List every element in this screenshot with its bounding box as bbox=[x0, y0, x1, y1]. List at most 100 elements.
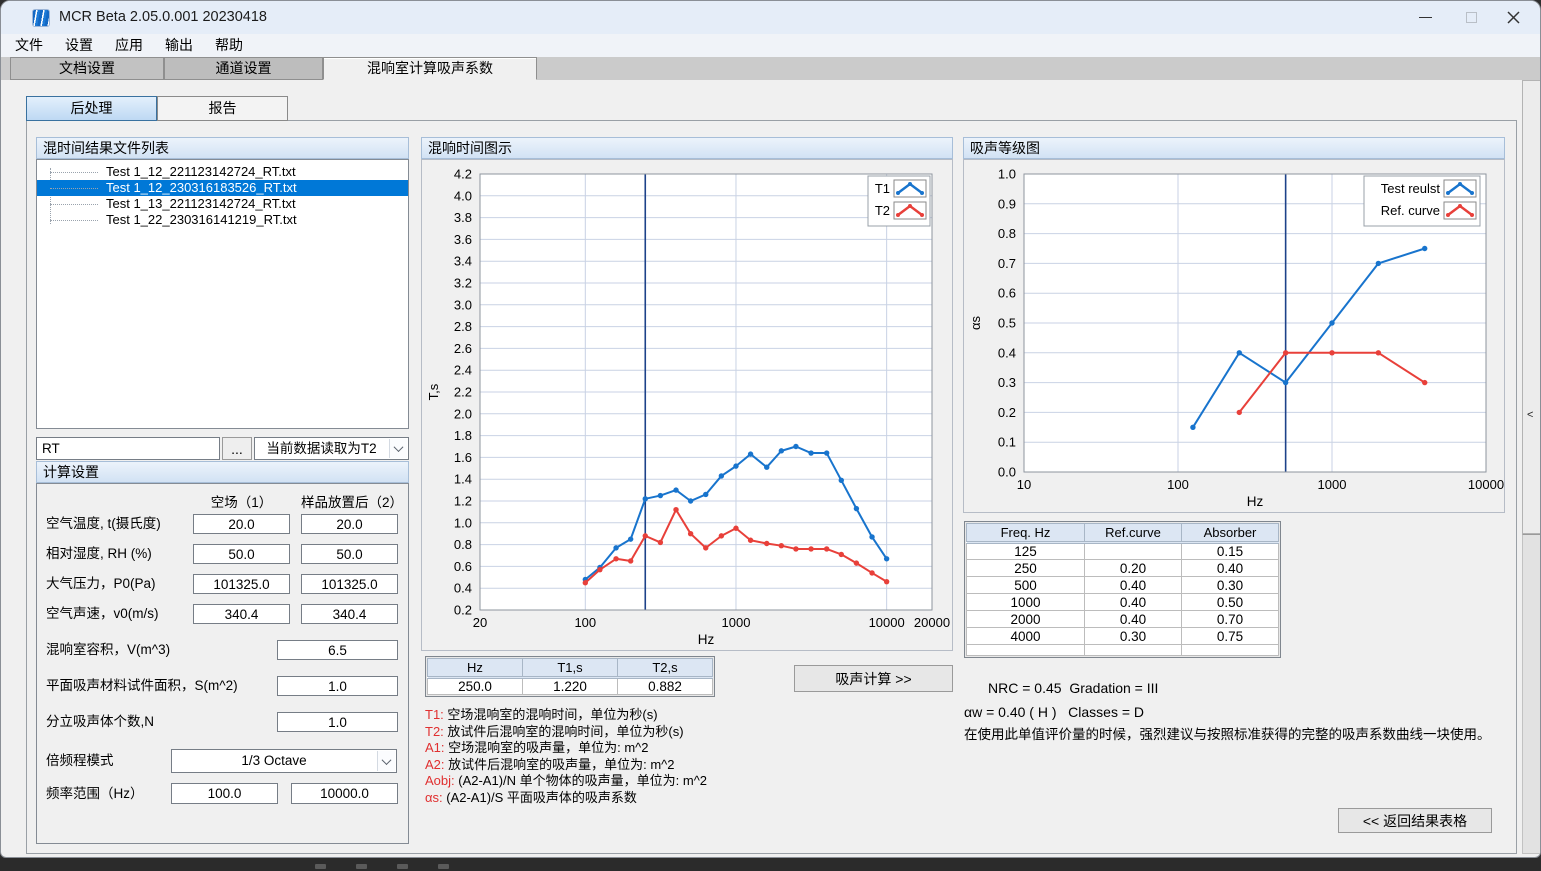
chevron-down-icon[interactable] bbox=[377, 751, 395, 771]
volume-field[interactable] bbox=[277, 640, 398, 660]
svg-text:0.9: 0.9 bbox=[998, 196, 1016, 211]
tab-reverb-room-absorption[interactable]: 混响室计算吸声系数 bbox=[323, 57, 537, 80]
humidity-field-2[interactable] bbox=[301, 544, 398, 564]
tree-branch-icon bbox=[50, 172, 98, 173]
tab-channel-settings[interactable]: 通道设置 bbox=[164, 57, 323, 80]
table-cell: 0.882 bbox=[618, 678, 713, 695]
svg-text:Test reulst: Test reulst bbox=[1381, 181, 1441, 196]
minimize-icon bbox=[1419, 17, 1432, 18]
svg-text:0.1: 0.1 bbox=[998, 435, 1016, 450]
area-field[interactable] bbox=[277, 676, 398, 696]
sound-speed-field-2[interactable] bbox=[301, 604, 398, 624]
svg-text:1.0: 1.0 bbox=[998, 167, 1016, 182]
table-cell: 0.20 bbox=[1085, 560, 1182, 577]
svg-text:0.8: 0.8 bbox=[454, 537, 472, 552]
svg-text:2.0: 2.0 bbox=[454, 406, 472, 421]
count-field[interactable] bbox=[277, 712, 398, 732]
file-list-item[interactable]: Test 1_12_221123142724_RT.txt bbox=[37, 164, 408, 180]
file-list-item[interactable]: Test 1_13_221123142724_RT.txt bbox=[37, 196, 408, 212]
tab-document-settings[interactable]: 文档设置 bbox=[10, 57, 164, 80]
chevron-down-icon[interactable] bbox=[389, 439, 407, 458]
close-icon bbox=[1507, 11, 1520, 24]
count-label: 分立吸声体个数,N bbox=[46, 712, 154, 732]
menu-item-help[interactable]: 帮助 bbox=[204, 34, 254, 57]
note-line: αs: (A2-A1)/S 平面吸声体的吸声系数 bbox=[425, 790, 955, 807]
svg-text:0.3: 0.3 bbox=[998, 375, 1016, 390]
collapse-left-icon[interactable]: < bbox=[1527, 409, 1533, 421]
table-cell: 1.220 bbox=[523, 678, 618, 695]
minimize-button[interactable] bbox=[1402, 1, 1448, 34]
column-header-empty-room: 空场（1） bbox=[193, 491, 290, 511]
svg-text:T,s: T,s bbox=[426, 383, 441, 400]
app-window: MCR Beta 2.05.0.001 20230418 文件设置应用输出帮助 … bbox=[0, 0, 1541, 858]
menu-item-application[interactable]: 应用 bbox=[104, 34, 154, 57]
temp-field-2[interactable] bbox=[301, 514, 398, 534]
table-cell: 2000 bbox=[967, 611, 1085, 628]
note-label: αs: bbox=[425, 790, 446, 805]
note-text: (A2-A1)/N 单个物体的吸声量，单位为: m^2 bbox=[458, 773, 707, 788]
pressure-field-2[interactable] bbox=[301, 574, 398, 594]
table-cell bbox=[1085, 645, 1182, 656]
column-header: Absorber bbox=[1182, 524, 1279, 543]
svg-text:0.0: 0.0 bbox=[998, 465, 1016, 480]
menu-item-file[interactable]: 文件 bbox=[4, 34, 54, 57]
temp-label: 空气温度, t(摄氏度) bbox=[46, 514, 161, 534]
humidity-field-1[interactable] bbox=[193, 544, 290, 564]
sound-speed-field-1[interactable] bbox=[193, 604, 290, 624]
collapsed-side-panel[interactable]: < bbox=[1522, 80, 1541, 534]
svg-text:Hz: Hz bbox=[698, 632, 715, 647]
rt-filename-input[interactable] bbox=[36, 437, 220, 460]
table-cell bbox=[967, 645, 1085, 656]
svg-text:Hz: Hz bbox=[1247, 494, 1264, 509]
nrc-result: NRC = 0.45 Gradation = III bbox=[988, 680, 1158, 696]
subtab-post-process[interactable]: 后处理 bbox=[26, 96, 157, 121]
table-cell bbox=[1182, 645, 1279, 656]
data-target-select[interactable]: 当前数据读取为T2 bbox=[254, 437, 409, 460]
back-to-results-button[interactable]: << 返回结果表格 bbox=[1338, 808, 1492, 833]
absorption-class-chart[interactable]: 0.00.10.20.30.40.50.60.70.80.91.01010010… bbox=[963, 159, 1505, 513]
column-header: Hz bbox=[428, 659, 523, 678]
file-list-item[interactable]: Test 1_22_230316141219_RT.txt bbox=[37, 212, 408, 228]
menu-item-output[interactable]: 输出 bbox=[154, 34, 204, 57]
calc-settings-header: 计算设置 bbox=[36, 461, 409, 483]
absorption-calc-button[interactable]: 吸声计算 >> bbox=[794, 665, 953, 692]
svg-text:1.4: 1.4 bbox=[454, 472, 472, 487]
table-cell: 0.30 bbox=[1182, 577, 1279, 594]
svg-text:3.4: 3.4 bbox=[454, 254, 472, 269]
maximize-button[interactable] bbox=[1448, 1, 1494, 34]
volume-label: 混响室容积，V(m^3) bbox=[46, 640, 170, 660]
file-name: Test 1_22_230316141219_RT.txt bbox=[106, 212, 297, 227]
note-text: 空场混响室的吸声量，单位为: m^2 bbox=[448, 740, 648, 755]
table-cell: 0.40 bbox=[1085, 611, 1182, 628]
menu-item-settings[interactable]: 设置 bbox=[54, 34, 104, 57]
file-name: Test 1_12_230316183526_RT.txt bbox=[106, 180, 297, 195]
table-cell: 250 bbox=[967, 560, 1085, 577]
pressure-field-1[interactable] bbox=[193, 574, 290, 594]
temp-field-1[interactable] bbox=[193, 514, 290, 534]
rt-chart[interactable]: 0.20.40.60.81.01.21.41.61.82.02.22.42.62… bbox=[421, 159, 953, 651]
freq-min-field[interactable] bbox=[171, 783, 278, 804]
svg-text:0.8: 0.8 bbox=[998, 226, 1016, 241]
close-button[interactable] bbox=[1490, 1, 1536, 34]
note-line: A2: 放试件后混响室的吸声量，单位为: m^2 bbox=[425, 757, 955, 774]
window-title: MCR Beta 2.05.0.001 20230418 bbox=[59, 9, 267, 25]
svg-text:3.0: 3.0 bbox=[454, 297, 472, 312]
svg-text:T1: T1 bbox=[875, 181, 890, 196]
freq-max-field[interactable] bbox=[291, 783, 398, 804]
table-row bbox=[967, 645, 1279, 656]
column-header: Freq. Hz bbox=[967, 524, 1085, 543]
svg-text:100: 100 bbox=[1167, 477, 1189, 492]
subtab-report[interactable]: 报告 bbox=[157, 96, 288, 121]
table-cell: 0.40 bbox=[1182, 560, 1279, 577]
octave-mode-select[interactable]: 1/3 Octave bbox=[171, 749, 397, 773]
table-cell: 500 bbox=[967, 577, 1085, 594]
svg-text:10000: 10000 bbox=[869, 615, 905, 630]
humidity-label: 相对湿度, RH (%) bbox=[46, 544, 152, 564]
table-row: 40000.300.75 bbox=[967, 628, 1279, 645]
app-logo-icon bbox=[32, 9, 50, 27]
rt-chart-header: 混响时间图示 bbox=[421, 137, 953, 159]
table-row: 250.01.2200.882 bbox=[428, 678, 713, 695]
browse-button[interactable]: ... bbox=[222, 437, 252, 460]
file-list-item[interactable]: Test 1_12_230316183526_RT.txt bbox=[37, 180, 408, 196]
rt-chart-title: 混响时间图示 bbox=[428, 140, 512, 156]
